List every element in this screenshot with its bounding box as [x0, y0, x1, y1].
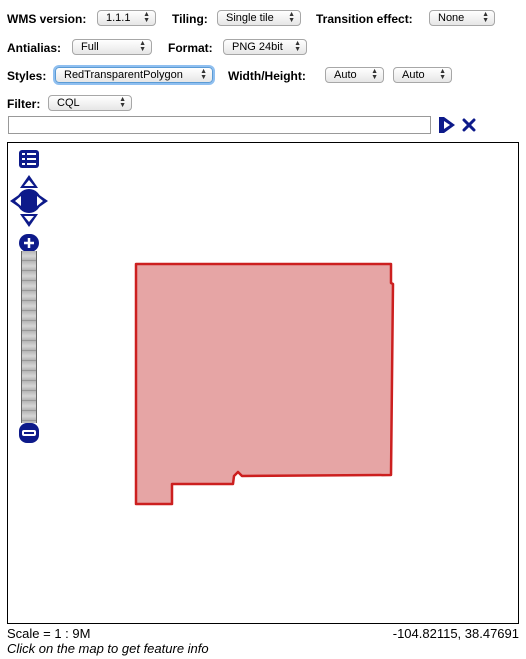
width-select[interactable]: Auto ▲ ▼ — [325, 67, 384, 83]
select-arrows-icon: ▲ ▼ — [143, 11, 150, 24]
styles-select[interactable]: RedTransparentPolygon ▲ ▼ — [55, 67, 213, 83]
styles-label: Styles: — [7, 69, 47, 83]
coordinates-text: -104.82115, 38.47691 — [392, 626, 519, 641]
state-polygon[interactable] — [134, 262, 395, 506]
filter-input[interactable] — [8, 116, 431, 134]
pan-arrows-icon[interactable] — [10, 175, 48, 227]
format-select[interactable]: PNG 24bit ▲ ▼ — [223, 39, 307, 55]
select-arrows-icon: ▲ ▼ — [371, 68, 378, 81]
transition-value: None — [438, 12, 465, 24]
filter-label: Filter: — [7, 97, 41, 111]
format-label: Format: — [168, 41, 213, 55]
close-x-icon[interactable] — [461, 117, 477, 133]
width-height-label: Width/Height: — [228, 69, 306, 83]
select-arrows-icon: ▲ ▼ — [288, 11, 295, 24]
map-canvas[interactable] — [8, 143, 518, 623]
select-arrows-icon: ▲ ▼ — [139, 40, 146, 53]
select-arrows-icon: ▲ ▼ — [119, 96, 126, 109]
plus-icon[interactable] — [19, 234, 39, 252]
select-arrows-icon: ▲ ▼ — [294, 40, 301, 53]
styles-value: RedTransparentPolygon — [64, 69, 183, 81]
feature-info-hint: Click on the map to get feature info — [7, 641, 209, 656]
antialias-value: Full — [81, 41, 99, 53]
tiling-value: Single tile — [226, 12, 274, 24]
select-arrows-icon: ▲ ▼ — [200, 68, 207, 81]
tiling-select[interactable]: Single tile ▲ ▼ — [217, 10, 301, 26]
scale-text: Scale = 1 : 9M — [7, 626, 91, 641]
antialias-label: Antialias: — [7, 41, 62, 55]
height-value: Auto — [402, 69, 425, 81]
antialias-select[interactable]: Full ▲ ▼ — [72, 39, 152, 55]
wms-version-label: WMS version: — [7, 12, 87, 26]
format-value: PNG 24bit — [232, 41, 283, 53]
zoom-slider[interactable] — [21, 251, 37, 423]
map-viewport[interactable] — [7, 142, 519, 624]
wms-version-value: 1.1.1 — [106, 12, 131, 24]
select-arrows-icon: ▲ ▼ — [482, 11, 489, 24]
filter-type-select[interactable]: CQL ▲ ▼ — [48, 95, 132, 111]
transition-label: Transition effect: — [316, 12, 413, 26]
minus-icon[interactable] — [19, 423, 39, 443]
select-arrows-icon: ▲ ▼ — [439, 68, 446, 81]
transition-select[interactable]: None ▲ ▼ — [429, 10, 495, 26]
play-triangle-icon[interactable] — [437, 115, 457, 135]
wms-version-select[interactable]: 1.1.1 ▲ ▼ — [97, 10, 156, 26]
list-icon[interactable] — [19, 150, 39, 168]
filter-type-value: CQL — [57, 97, 80, 109]
width-value: Auto — [334, 69, 357, 81]
height-select[interactable]: Auto ▲ ▼ — [393, 67, 452, 83]
tiling-label: Tiling: — [172, 12, 208, 26]
